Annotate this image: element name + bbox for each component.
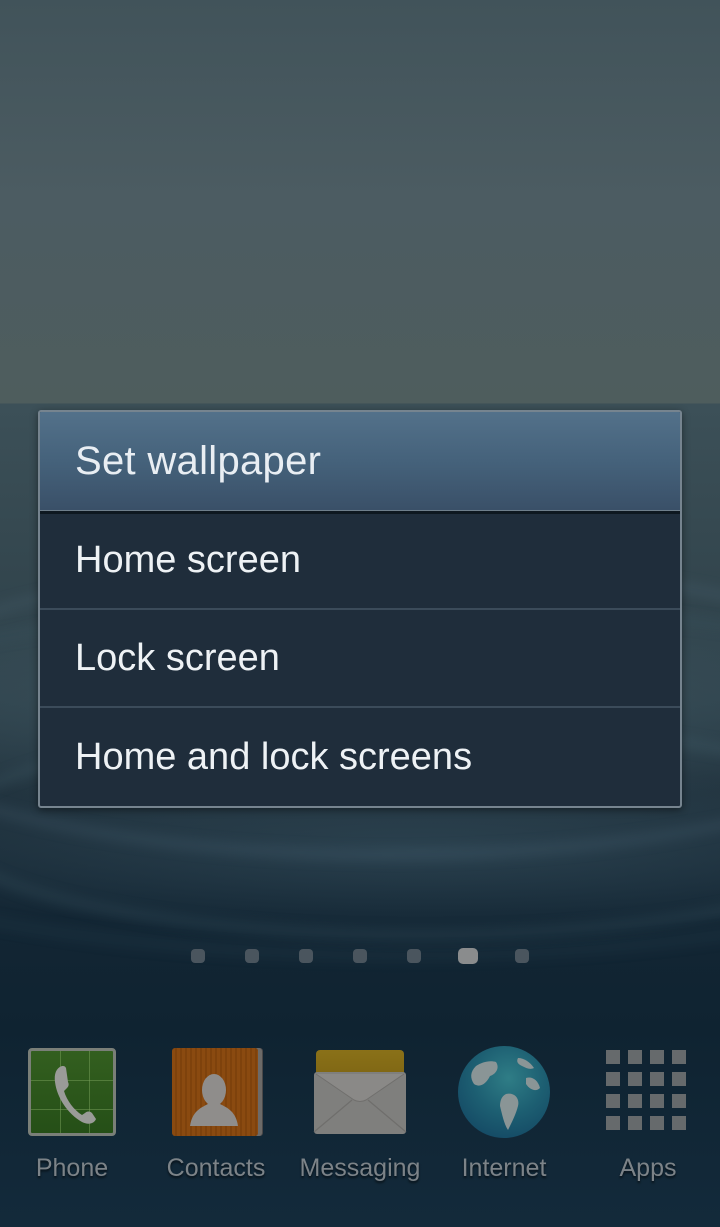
globe-icon [456, 1044, 552, 1140]
dock-item-phone[interactable]: Phone [0, 1040, 144, 1190]
dock: Phone Contacts Messaging Internet Apps [0, 1040, 720, 1190]
page-dot[interactable] [245, 949, 259, 963]
option-lock-screen[interactable]: Lock screen [40, 610, 680, 708]
page-indicator [0, 948, 720, 964]
dock-label: Contacts [166, 1154, 266, 1182]
dock-item-contacts[interactable]: Contacts [144, 1040, 288, 1190]
page-dot-active[interactable] [458, 948, 478, 964]
page-dot[interactable] [515, 949, 529, 963]
dock-item-internet[interactable]: Internet [432, 1040, 576, 1190]
option-home-screen[interactable]: Home screen [40, 512, 680, 610]
contacts-icon [168, 1044, 264, 1140]
dock-item-apps[interactable]: Apps [576, 1040, 720, 1190]
apps-grid-icon [600, 1044, 696, 1140]
messaging-icon [312, 1044, 408, 1140]
dock-label: Internet [461, 1154, 547, 1182]
page-dot[interactable] [407, 949, 421, 963]
page-dot[interactable] [353, 949, 367, 963]
page-dot[interactable] [299, 949, 313, 963]
dock-label: Messaging [299, 1154, 421, 1182]
option-home-and-lock-screens[interactable]: Home and lock screens [40, 708, 680, 806]
dock-label: Apps [619, 1154, 677, 1182]
dock-item-messaging[interactable]: Messaging [288, 1040, 432, 1190]
dock-label: Phone [35, 1154, 109, 1182]
phone-icon [24, 1044, 120, 1140]
page-dot[interactable] [191, 949, 205, 963]
dialog-title: Set wallpaper [40, 412, 680, 514]
set-wallpaper-dialog: Set wallpaper Home screen Lock screen Ho… [38, 410, 682, 808]
